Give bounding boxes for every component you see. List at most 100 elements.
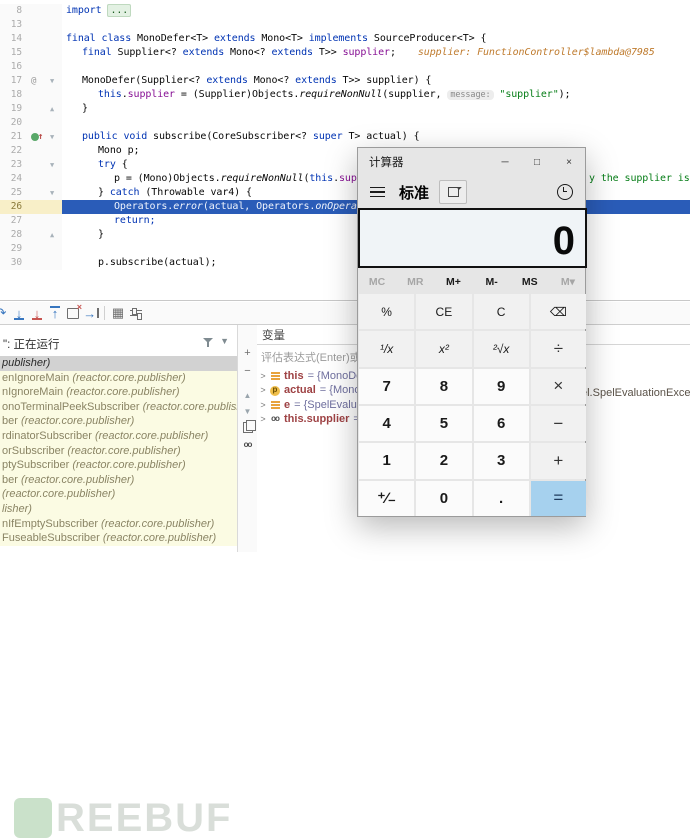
calc-key-x²[interactable]: x²	[416, 331, 472, 367]
expand-chevron-icon[interactable]: >	[257, 412, 269, 426]
stack-frame-row[interactable]: nIfEmptySubscriber (reactor.core.publish…	[0, 516, 237, 532]
calc-key-4[interactable]: 4	[359, 405, 415, 442]
code-text[interactable]: } catch (Throwable var4) {	[66, 186, 252, 200]
gutter[interactable]: 13	[0, 18, 62, 32]
calc-key-⁺∕₋[interactable]: ⁺∕₋	[359, 480, 415, 516]
stack-frame-row[interactable]: publisher)	[0, 356, 237, 371]
gutter[interactable]: 18	[0, 88, 62, 102]
calc-key-1[interactable]: 1	[359, 443, 415, 479]
keep-on-top-button[interactable]	[439, 180, 468, 204]
fold-marker-icon[interactable]: ▼	[50, 130, 54, 144]
force-step-into-icon[interactable]: ↓	[28, 304, 46, 322]
stack-frame-row[interactable]: lisher)	[0, 501, 237, 517]
code-text[interactable]: }	[66, 228, 104, 242]
gutter[interactable]: 21 ↑ ▼	[0, 130, 62, 144]
code-line[interactable]: 13	[0, 18, 690, 32]
memory-button-M+[interactable]: M+	[434, 271, 472, 293]
calc-key-²√x[interactable]: ²√x	[473, 331, 529, 367]
calc-key-+[interactable]: +	[530, 443, 586, 479]
code-line[interactable]: 14 final class MonoDefer<T> extends Mono<…	[0, 32, 690, 46]
fold-marker-icon[interactable]: ▲	[50, 102, 54, 116]
stack-frame-row[interactable]: ber (reactor.core.publisher)	[0, 472, 237, 488]
calc-key-9[interactable]: 9	[473, 368, 529, 404]
stack-frame-row[interactable]: rdinatorSubscriber (reactor.core.publish…	[0, 428, 237, 444]
calc-key-C[interactable]: C	[473, 294, 529, 330]
gutter[interactable]: 27	[0, 214, 62, 228]
calc-key-×[interactable]: ×	[530, 368, 586, 404]
gutter[interactable]: 30	[0, 256, 62, 270]
gutter[interactable]: 14	[0, 32, 62, 46]
move-down-icon[interactable]: ▼	[238, 403, 257, 419]
close-button[interactable]: ×	[553, 148, 585, 176]
code-line[interactable]: 21 ↑ ▼ public void subscribe(CoreSubscriber…	[0, 130, 690, 144]
remove-watch-icon[interactable]: −	[238, 363, 257, 379]
code-line[interactable]: 20	[0, 116, 690, 130]
history-icon[interactable]	[557, 184, 573, 200]
fold-marker-icon[interactable]: ▼	[50, 74, 54, 88]
stack-frame-row[interactable]: enIgnoreMain (reactor.core.publisher)	[0, 370, 237, 386]
filter-icon[interactable]	[203, 337, 213, 347]
gutter[interactable]: 23 ▼	[0, 158, 62, 172]
code-line[interactable]: 18 this.supplier = (Supplier)Objects.requ…	[0, 88, 690, 102]
fold-marker-icon[interactable]: ▼	[50, 186, 54, 200]
chevron-down-icon[interactable]: ▼	[220, 336, 229, 346]
step-out-icon[interactable]: ↑	[46, 304, 64, 322]
gutter[interactable]: 16	[0, 60, 62, 74]
code-line[interactable]: 15 final Supplier<? extends Mono<? extend…	[0, 46, 690, 60]
thread-selector[interactable]: ": 正在运行 ▼	[0, 331, 237, 353]
gutter[interactable]: 29	[0, 242, 62, 256]
calc-key-CE[interactable]: CE	[416, 294, 472, 330]
code-text[interactable]: p = (Mono)Objects.requireNonNull(this.su…	[66, 172, 369, 186]
code-text[interactable]: import ...	[66, 4, 132, 18]
run-to-cursor-icon[interactable]: →	[82, 304, 100, 322]
gutter[interactable]: 20	[0, 116, 62, 130]
gutter[interactable]: 24	[0, 172, 62, 186]
code-line[interactable]: 23 ▼ try {	[0, 158, 690, 172]
calculator-titlebar[interactable]: 计算器 ─ □ ×	[358, 148, 585, 176]
code-text[interactable]: try {	[66, 158, 128, 172]
stack-frame-row[interactable]: orSubscriber (reactor.core.publisher)	[0, 443, 237, 459]
calc-key-3[interactable]: 3	[473, 443, 529, 479]
stack-frame-row[interactable]: onoTerminalPeekSubscriber (reactor.core.…	[0, 399, 237, 415]
code-text[interactable]: Mono p;	[66, 144, 140, 158]
show-watches-icon[interactable]: oo	[238, 436, 257, 452]
code-line[interactable]: 17 @ ▼ MonoDefer(Supplier<? extends Mono<? …	[0, 74, 690, 88]
layout-settings-icon[interactable]	[127, 304, 145, 322]
code-line[interactable]: 19 ▲}	[0, 102, 690, 116]
evaluate-expression-icon[interactable]: ▦	[109, 304, 127, 322]
calc-key-6[interactable]: 6	[473, 405, 529, 442]
calc-key-¹/x[interactable]: ¹/x	[359, 331, 415, 367]
calc-key-0[interactable]: 0	[416, 480, 472, 516]
gutter[interactable]: 15	[0, 46, 62, 60]
gutter[interactable]: 28 ▲	[0, 228, 62, 242]
move-up-icon[interactable]: ▲	[238, 387, 257, 403]
gutter[interactable]: 26	[0, 200, 62, 214]
calc-key-=[interactable]: =	[530, 480, 586, 516]
gutter[interactable]: 25 ▼	[0, 186, 62, 200]
gutter[interactable]: 17 @ ▼	[0, 74, 62, 88]
code-text[interactable]: }	[66, 102, 88, 116]
code-text[interactable]: final Supplier<? extends Mono<? extends …	[66, 46, 655, 60]
code-line[interactable]: 22 Mono p;	[0, 144, 690, 158]
copy-icon[interactable]	[238, 419, 257, 435]
calc-key-%[interactable]: %	[359, 294, 415, 330]
calc-key-÷[interactable]: ÷	[530, 331, 586, 367]
stack-frame-row[interactable]: FuseableSubscriber (reactor.core.publish…	[0, 531, 237, 546]
calc-key-8[interactable]: 8	[416, 368, 472, 404]
calc-key-.[interactable]: .	[473, 480, 529, 516]
code-text[interactable]: public void subscribe(CoreSubscriber<? s…	[66, 130, 420, 144]
code-line[interactable]: 25 ▼ } catch (Throwable var4) {	[0, 186, 690, 200]
stack-frame-row[interactable]: (reactor.core.publisher)	[0, 487, 237, 502]
calc-key-7[interactable]: 7	[359, 368, 415, 404]
code-text[interactable]: return;	[66, 214, 156, 228]
memory-button-MS[interactable]: MS	[511, 271, 549, 293]
code-line[interactable]: 16	[0, 60, 690, 74]
fold-marker-icon[interactable]: ▲	[50, 228, 54, 242]
calc-key-5[interactable]: 5	[416, 405, 472, 442]
menu-icon[interactable]	[370, 186, 385, 198]
code-line[interactable]: 24 p = (Mono)Objects.requireNonNull(this.…	[0, 172, 690, 186]
gutter[interactable]: 19 ▲	[0, 102, 62, 116]
expand-chevron-icon[interactable]: >	[257, 369, 269, 383]
memory-button-M[interactable]: M-	[473, 271, 511, 293]
code-text[interactable]: final class MonoDefer<T> extends Mono<T>…	[66, 32, 487, 46]
